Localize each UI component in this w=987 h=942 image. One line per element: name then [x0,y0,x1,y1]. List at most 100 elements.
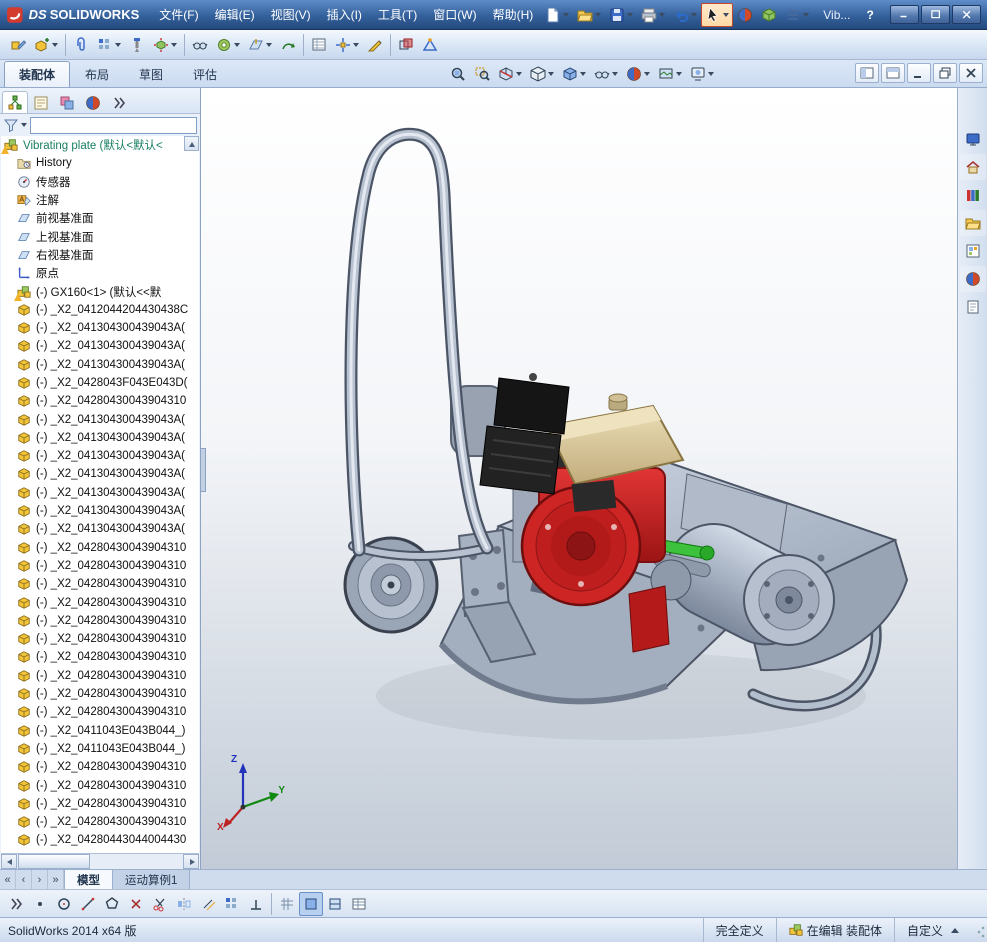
tree-horizontal-scrollbar[interactable] [1,853,199,869]
open-button[interactable] [573,3,605,27]
help-button[interactable]: ? [860,8,880,22]
new-motion-study-button[interactable] [276,33,300,57]
tab-propertymanager[interactable] [28,91,54,113]
tree-item[interactable]: (-) _X2_041304300439043A( [1,447,199,465]
tree-item[interactable]: (-) _X2_04280430043904310 [1,593,199,611]
sketch-mirror-button[interactable] [172,892,196,916]
tree-item[interactable]: (-) _X2_041304300439043A( [1,319,199,337]
tab-layout[interactable]: 布局 [70,61,124,87]
view-settings-button[interactable] [686,62,718,86]
task-design-library[interactable] [960,182,986,208]
menu-tools[interactable]: 工具(T) [370,3,425,26]
tree-root-assembly[interactable]: Vibrating plate (默认<默认< [1,136,199,154]
tree-item[interactable]: (-) _X2_04280430043904310 [1,776,199,794]
model-handle[interactable] [351,134,487,556]
tree-item[interactable]: (-) _X2_04280430043904310 [1,758,199,776]
tree-item[interactable]: (-) _X2_04280430043904310 [1,667,199,685]
move-component-button[interactable] [149,33,181,57]
sketch-polygon-button[interactable] [100,892,124,916]
tree-item[interactable]: (-) _X2_0428043F043E043D( [1,374,199,392]
tree-item-history[interactable]: History [1,154,199,172]
menu-help[interactable]: 帮助(H) [485,3,542,26]
menu-insert[interactable]: 插入(I) [319,3,370,26]
tree-item[interactable]: (-) _X2_04280443044004430 [1,831,199,849]
tree-item[interactable]: (-) _X2_04280430043904310 [1,539,199,557]
task-file-explorer[interactable] [960,210,986,236]
doc-minimize-button[interactable] [907,63,931,83]
tree-item[interactable]: (-) _X2_04280430043904310 [1,703,199,721]
grid-settings-button[interactable] [275,892,299,916]
display-style-button[interactable] [558,62,590,86]
tab-assembly[interactable]: 装配体 [4,61,70,87]
tab-model[interactable]: 模型 [64,870,113,889]
explode-line-sketch-button[interactable] [363,33,387,57]
scrollbar-thumb[interactable] [18,854,90,869]
task-view-palette[interactable] [960,238,986,264]
tab-scroll-last[interactable]: » [48,870,64,889]
window-close-button[interactable] [952,5,981,24]
tree-item[interactable]: (-) _X2_0411043E043B044_) [1,722,199,740]
tab-displaymanager[interactable] [80,91,106,113]
tab-featuremanager[interactable] [2,91,28,113]
section-planes-button[interactable] [323,892,347,916]
new-document-button[interactable] [541,3,573,27]
tree-item-gx160[interactable]: (-) GX160<1> (默认<<默 [1,282,199,300]
doc-close-button[interactable] [959,63,983,83]
component-pattern-button[interactable] [93,33,125,57]
tab-sketch[interactable]: 草图 [124,61,178,87]
tree-filter-input[interactable] [30,117,197,134]
tree-item[interactable]: (-) _X2_04280430043904310 [1,648,199,666]
view-orientation-button[interactable] [526,62,558,86]
split-pane-left-button[interactable] [855,63,879,83]
panel-splitter-handle[interactable] [201,448,206,492]
tab-scroll-prev[interactable]: ‹ [16,870,32,889]
tree-item[interactable]: (-) _X2_04280430043904310 [1,813,199,831]
reference-geometry-button[interactable] [244,33,276,57]
tab-evaluate[interactable]: 评估 [178,61,232,87]
tree-item[interactable]: (-) _X2_041304300439043A( [1,520,199,538]
task-custom-properties[interactable] [960,294,986,320]
sketch-pattern-button[interactable] [220,892,244,916]
print-button[interactable] [637,3,669,27]
appearance-ball-button[interactable] [733,3,757,27]
exploded-view-button[interactable] [331,33,363,57]
tree-item[interactable]: (-) _X2_041304300439043A( [1,356,199,374]
scroll-right-button[interactable] [183,854,199,869]
window-minimize-button[interactable] [890,5,919,24]
filter-funnel-button[interactable] [3,117,27,133]
tree-item[interactable]: (-) _X2_04280430043904310 [1,630,199,648]
zoom-area-button[interactable] [470,62,494,86]
sketch-circle-button[interactable] [52,892,76,916]
sketch-line-button[interactable] [76,892,100,916]
tree-item-sensors[interactable]: 传感器 [1,173,199,191]
bill-of-materials-button[interactable] [307,33,331,57]
hide-show-items-button[interactable] [590,62,622,86]
scroll-left-button[interactable] [1,854,17,869]
tree-item[interactable]: (-) _X2_041304300439043A( [1,410,199,428]
task-home[interactable] [960,154,986,180]
design-table-button[interactable] [347,892,371,916]
edit-appearance-button[interactable] [622,62,654,86]
tree-item-right-plane[interactable]: 右视基准面 [1,246,199,264]
task-solidworks-resources[interactable] [960,126,986,152]
resize-grip[interactable] [971,918,987,942]
component-box-button[interactable] [757,3,781,27]
interference-detection-button[interactable] [394,33,418,57]
assembly-features-button[interactable] [212,33,244,57]
sketch-relations-button[interactable] [244,892,268,916]
insert-components-button[interactable] [30,33,62,57]
save-button[interactable] [605,3,637,27]
tree-item[interactable]: (-) _X2_04280430043904310 [1,392,199,410]
tree-item[interactable]: (-) _X2_041304300439043A( [1,484,199,502]
graphics-area[interactable]: Z Y X [201,88,957,869]
tree-item[interactable]: (-) _X2_04280430043904310 [1,612,199,630]
edit-component-button[interactable] [6,33,30,57]
select-tool-button[interactable] [701,3,733,27]
tree-item-origin[interactable]: 原点 [1,264,199,282]
tab-motion-study-1[interactable]: 运动算例1 [113,870,190,889]
split-pane-top-button[interactable] [881,63,905,83]
options-list-button[interactable] [781,3,813,27]
zoom-fit-button[interactable] [446,62,470,86]
model-carburetor[interactable] [572,480,617,512]
section-view-button[interactable] [494,62,526,86]
